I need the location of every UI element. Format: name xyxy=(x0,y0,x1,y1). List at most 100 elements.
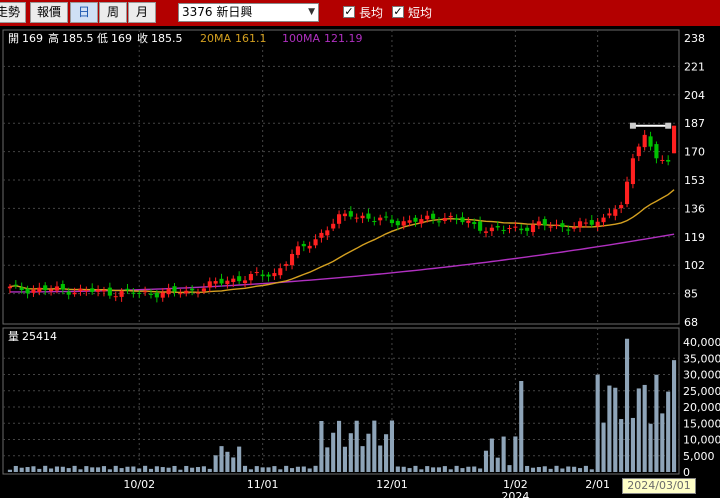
candle-body xyxy=(666,159,671,162)
volume-bar xyxy=(384,434,389,472)
volume-tick-label: 5,000 xyxy=(683,450,715,463)
volume-tick-label: 40,000 xyxy=(683,336,720,349)
volume-bar xyxy=(431,467,436,472)
date-tick-label: 12/01 xyxy=(376,478,408,491)
info-high: 185.5 xyxy=(62,32,94,45)
candle-body xyxy=(589,220,594,225)
candle-body xyxy=(548,226,553,228)
volume-bar xyxy=(577,468,583,472)
volume-bar xyxy=(49,468,54,472)
volume-bar xyxy=(325,447,330,472)
volume-value: 25414 xyxy=(22,330,57,343)
volume-bar xyxy=(642,384,647,472)
volume-bar xyxy=(119,468,124,472)
candle-body xyxy=(360,215,365,219)
volume-bar xyxy=(137,468,142,472)
volume-bar xyxy=(507,465,512,472)
candle-body xyxy=(630,158,635,185)
volume-label: 量 xyxy=(8,330,19,343)
volume-bar xyxy=(301,466,306,472)
volume-tick-label: 30,000 xyxy=(683,369,720,382)
volume-bar xyxy=(295,466,300,472)
candle-body xyxy=(190,288,195,291)
candle-body xyxy=(19,287,24,291)
volume-bar xyxy=(519,381,524,472)
volume-bar xyxy=(589,469,594,472)
long-ma-checkbox[interactable]: ✓ xyxy=(343,6,355,18)
volume-bar xyxy=(489,438,494,472)
volume-bar xyxy=(448,469,453,472)
candle-body xyxy=(342,213,347,217)
volume-bar xyxy=(525,465,530,472)
volume-bar xyxy=(143,465,148,472)
volume-bar xyxy=(190,467,195,472)
volume-bar xyxy=(666,391,671,472)
candle-body xyxy=(31,289,36,293)
volume-bar xyxy=(354,420,359,472)
short-ma-label: 短均 xyxy=(408,6,433,20)
volume-bar xyxy=(19,467,24,472)
candle-body xyxy=(566,229,571,231)
info-low: 169 xyxy=(111,32,132,45)
candle-body xyxy=(248,274,253,281)
info-low-label: 低 xyxy=(97,32,108,45)
candle-body xyxy=(372,221,377,223)
marker-handle xyxy=(665,122,672,129)
daily-tab[interactable]: 日 xyxy=(70,2,98,23)
volume-bar xyxy=(231,457,236,472)
volume-tick-label: 20,000 xyxy=(683,401,720,414)
candle-body xyxy=(119,291,124,297)
volume-bar xyxy=(43,465,48,472)
volume-bar xyxy=(31,466,36,472)
chevron-down-icon: ▼ xyxy=(308,7,315,17)
volume-bar xyxy=(248,469,253,472)
candle-body xyxy=(66,291,71,295)
volume-bar xyxy=(184,465,189,472)
volume-bar xyxy=(13,465,18,472)
volume-bar xyxy=(131,466,136,472)
volume-bar xyxy=(466,466,471,472)
candle-body xyxy=(619,205,624,209)
volume-bar xyxy=(530,467,536,472)
weekly-tab[interactable]: 周 xyxy=(99,2,127,23)
candle-body xyxy=(354,217,359,219)
price-axis: 238 221 204 187 170 153 136 119 102 85 68 xyxy=(684,32,705,329)
volume-bar xyxy=(101,466,107,472)
volume-tick-label: 15,000 xyxy=(683,417,720,430)
volume-bar xyxy=(66,468,71,472)
candle-body xyxy=(366,213,371,219)
stock-select[interactable]: 3376 新日興 ▼ xyxy=(178,3,319,22)
candle-body xyxy=(254,272,259,274)
candle-body xyxy=(319,232,324,238)
candle-body xyxy=(613,209,618,216)
info-high-label: 高 xyxy=(48,31,59,45)
volume-bar xyxy=(478,468,483,472)
candle-body xyxy=(125,288,130,291)
candle-body xyxy=(413,217,418,222)
volume-bar xyxy=(289,468,295,472)
candle-body xyxy=(478,221,483,231)
candle-body xyxy=(49,289,54,292)
candle-body xyxy=(72,292,77,295)
stock-chart[interactable]: 238 221 204 187 170 153 136 119 102 85 68 40,000 35… xyxy=(0,26,720,498)
price-tick-label: 102 xyxy=(684,259,705,272)
monthly-tab[interactable]: 月 xyxy=(128,2,156,23)
price-tick-label: 170 xyxy=(684,146,705,159)
volume-bar xyxy=(337,420,342,472)
toolbar: 走勢 報價 日 周 月 3376 新日興 ▼ ✓ 長均 ✓ 短均 xyxy=(0,0,720,26)
volume-bar xyxy=(483,450,489,472)
quote-tab[interactable]: 報價 xyxy=(30,2,68,23)
candle-body xyxy=(607,213,612,216)
marker-handle xyxy=(629,122,636,129)
trend-tab[interactable]: 走勢 xyxy=(0,2,26,23)
price-tick-label: 187 xyxy=(684,117,705,130)
volume-bar xyxy=(619,419,624,472)
volume-bar xyxy=(225,451,230,472)
volume-tick-label: 10,000 xyxy=(683,434,720,447)
stock-select-value: 3376 新日興 xyxy=(182,5,253,19)
info-open: 169 xyxy=(22,32,43,45)
short-ma-checkbox[interactable]: ✓ xyxy=(392,6,404,18)
volume-bar xyxy=(319,420,324,472)
volume-tick-label: 25,000 xyxy=(683,385,720,398)
volume-bar xyxy=(495,457,500,472)
